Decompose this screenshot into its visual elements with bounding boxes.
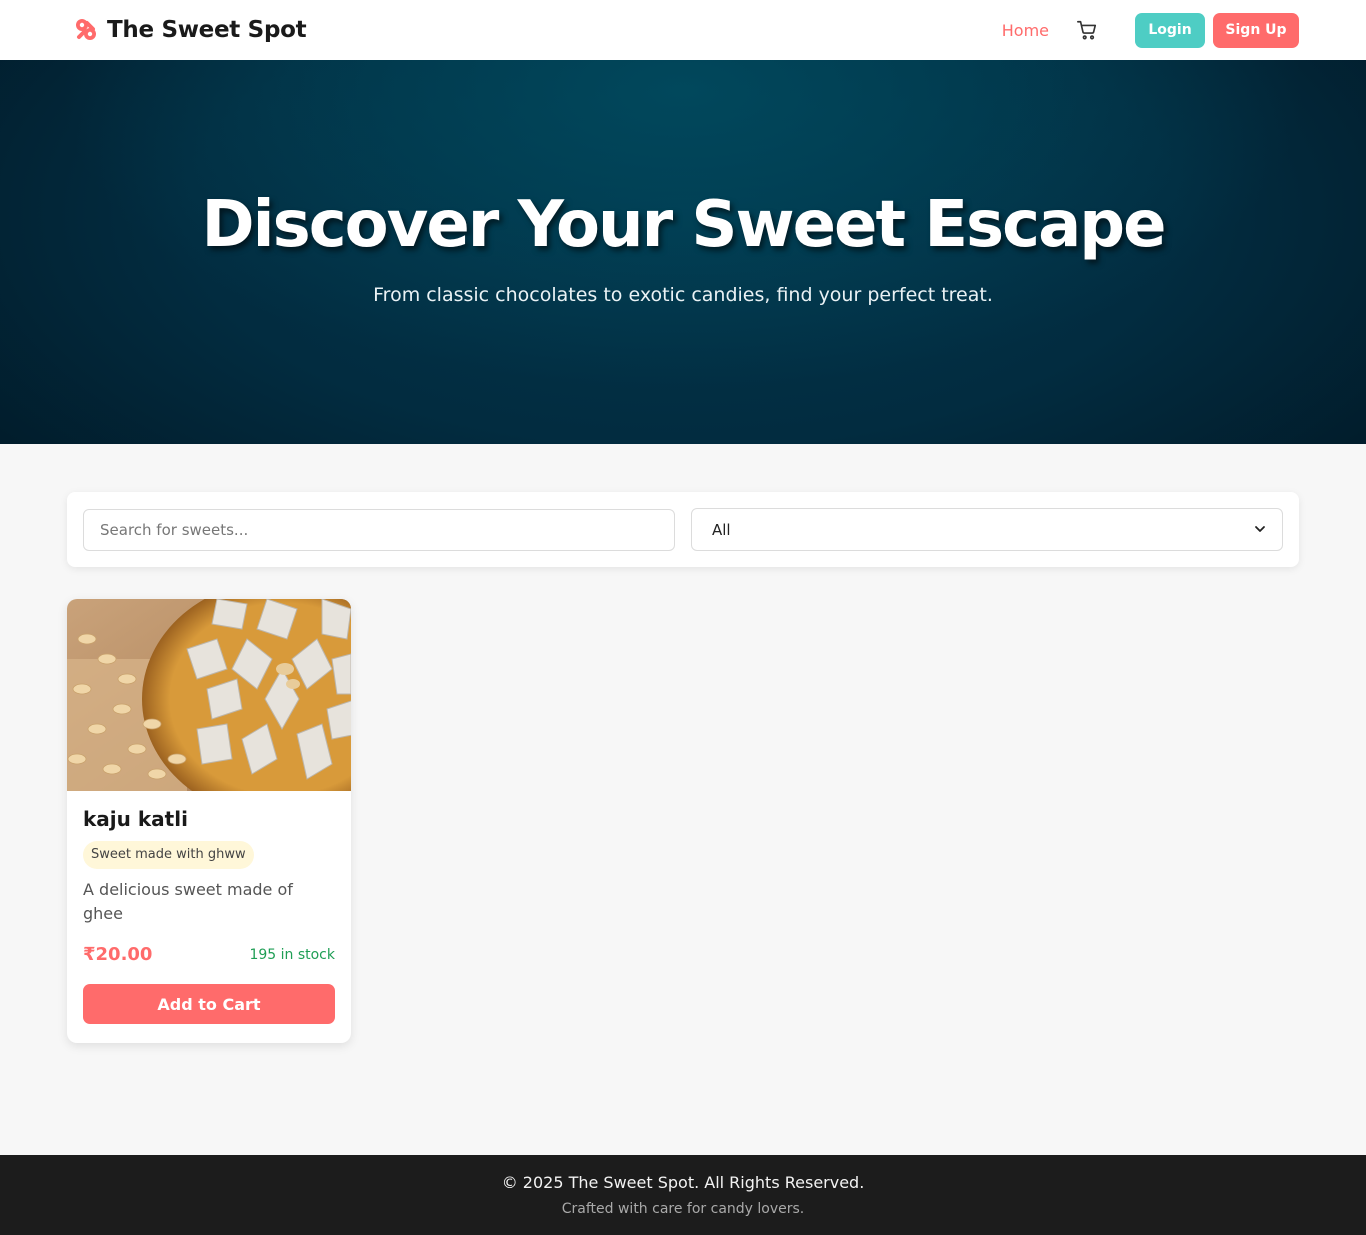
product-image: [67, 599, 351, 791]
product-card: kaju katli Sweet made with ghww A delici…: [67, 599, 351, 1043]
hero-subtitle: From classic chocolates to exotic candie…: [373, 284, 993, 306]
product-card-body: kaju katli Sweet made with ghww A delici…: [67, 791, 351, 1040]
product-stock: 195 in stock: [249, 946, 335, 963]
footer: © 2025 The Sweet Spot. All Rights Reserv…: [0, 1155, 1366, 1235]
add-to-cart-button[interactable]: Add to Cart: [83, 984, 335, 1024]
nav-home-link[interactable]: Home: [1002, 21, 1049, 40]
product-meta: ₹20.00 195 in stock: [83, 944, 335, 965]
signup-button[interactable]: Sign Up: [1213, 12, 1299, 48]
candy-icon: [73, 17, 99, 43]
brand-name: The Sweet Spot: [107, 17, 307, 43]
category-select[interactable]: All: [691, 508, 1283, 551]
product-description: A delicious sweet made of ghee: [83, 880, 293, 923]
search-input[interactable]: [83, 508, 675, 551]
category-selected-value: All: [712, 520, 731, 539]
footer-tagline: Crafted with care for candy lovers.: [561, 1201, 805, 1217]
nav-actions: Home Login Sign Up: [1002, 12, 1299, 48]
filter-bar: All: [67, 492, 1299, 567]
hero-banner: Discover Your Sweet Escape From classic …: [0, 60, 1366, 444]
product-name: kaju katli: [83, 807, 188, 831]
navbar: The Sweet Spot Home Login Sign Up: [0, 0, 1366, 60]
chevron-down-icon: [1254, 521, 1266, 539]
product-price: ₹20.00: [83, 944, 153, 965]
hero-title: Discover Your Sweet Escape: [201, 188, 1167, 262]
brand[interactable]: The Sweet Spot: [73, 17, 307, 43]
cart-icon[interactable]: [1075, 18, 1099, 42]
product-tag: Sweet made with ghww: [83, 841, 254, 869]
login-button[interactable]: Login: [1135, 12, 1205, 48]
footer-copyright: © 2025 The Sweet Spot. All Rights Reserv…: [501, 1173, 865, 1192]
